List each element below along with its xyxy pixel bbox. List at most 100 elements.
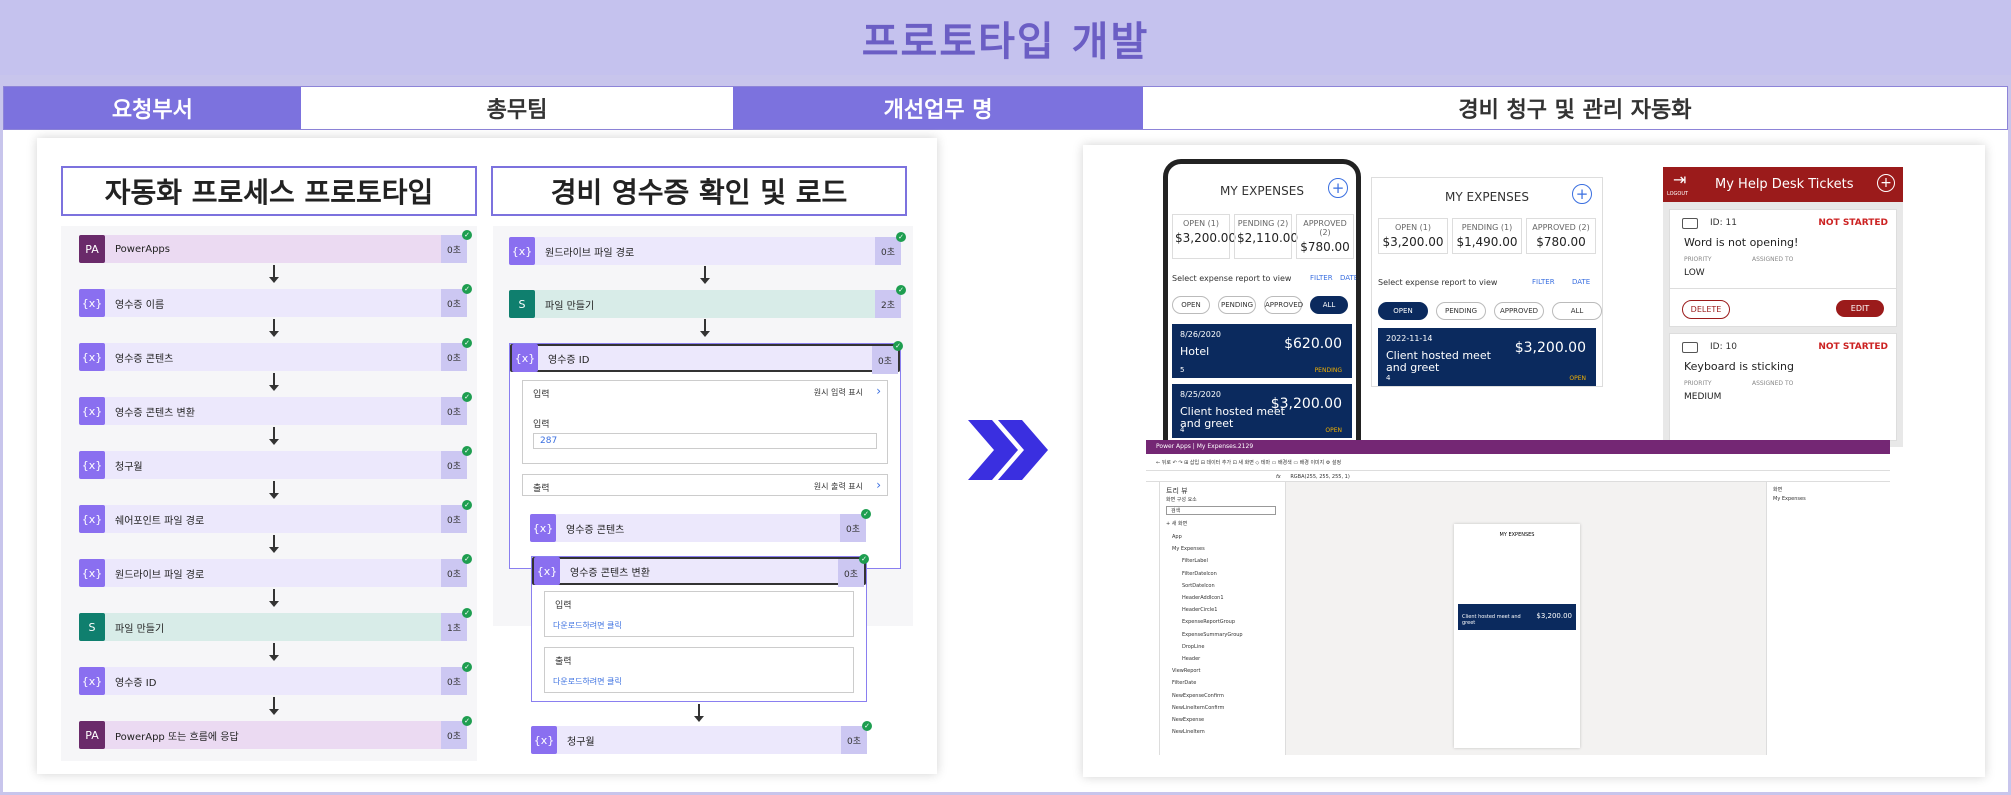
tree-item[interactable]: FilterDate	[1172, 680, 1196, 686]
tree-item[interactable]: FilterLabel	[1182, 558, 1208, 564]
flow-step[interactable]: {x} 영수증 ID 0초 ✓	[79, 662, 472, 695]
ticket-card[interactable]: ID: 10 NOT STARTED Keyboard is sticking …	[1669, 333, 1897, 441]
tree-item[interactable]: App	[1172, 534, 1182, 540]
tree-view: 트리 뷰 화면 구성 요소 검색 + 새 화면 App My Expenses Fi…	[1160, 482, 1286, 755]
flow-step[interactable]: {x} 영수증 콘텐츠 변환 0초 ✓	[79, 392, 472, 425]
helpdesk-screen: ⇥ LOGOUT My Help Desk Tickets + ID: 11 N…	[1663, 167, 1903, 447]
card-status: PENDING	[1314, 367, 1342, 374]
download-link[interactable]: 다운로드하려면 클릭	[553, 620, 622, 631]
expense-card[interactable]: 2022-11-14 Client hosted meet and greet …	[1378, 328, 1596, 386]
step-duration: 0초	[838, 559, 864, 587]
pill-pending[interactable]: PENDING	[1436, 302, 1486, 320]
flow-step[interactable]: {x} 영수증 이름 0초 ✓	[79, 284, 472, 317]
sharepoint-icon: S	[509, 290, 535, 318]
flow-step-label: 영수증 콘텐츠	[566, 524, 625, 536]
success-check-icon: ✓	[462, 284, 472, 294]
tree-item[interactable]: ExpenseSummaryGroup	[1182, 632, 1243, 638]
add-icon[interactable]: +	[1877, 174, 1895, 192]
expense-card[interactable]: 8/26/2020 Hotel $620.00 5 PENDING	[1172, 324, 1352, 378]
tree-view-tabs[interactable]: 화면 구성 요소	[1166, 496, 1197, 503]
select-report-text: Select expense report to view	[1172, 274, 1292, 283]
props-title: 화면	[1773, 487, 1783, 493]
download-link[interactable]: 다운로드하려면 클릭	[553, 676, 622, 687]
card-count: 4	[1180, 426, 1185, 434]
delete-button[interactable]: DELETE	[1682, 300, 1730, 319]
tree-item[interactable]: Header	[1182, 656, 1200, 662]
tree-item[interactable]: HeaderCircle1	[1182, 607, 1217, 613]
flow-step[interactable]: {x} 영수증 콘텐츠 0초 ✓	[530, 509, 871, 542]
add-icon[interactable]: +	[1328, 178, 1348, 198]
pill-all[interactable]: ALL	[1310, 296, 1348, 314]
pill-open[interactable]: OPEN	[1378, 302, 1428, 320]
step-duration: 0초	[441, 397, 467, 425]
add-icon[interactable]: +	[1572, 184, 1592, 204]
logout-icon[interactable]: ⇥	[1673, 170, 1686, 189]
flow-step[interactable]: {x} 영수증 ID 0초 ✓	[510, 341, 903, 374]
formula-bar[interactable]: fx RGBA(255, 255, 255, 1)	[1146, 470, 1890, 482]
tree-item[interactable]: NewLineItemConfirm	[1172, 705, 1224, 711]
tree-search-input[interactable]: 검색	[1166, 506, 1276, 515]
step-duration: 2초	[875, 290, 901, 318]
new-screen-button[interactable]: + 새 화면	[1166, 520, 1187, 527]
pill-approved[interactable]: APPROVED	[1264, 296, 1303, 314]
chevron-right-icon[interactable]: ›	[876, 384, 881, 398]
chevron-right-icon[interactable]: ›	[876, 478, 881, 492]
inner-output-header: 출력	[555, 657, 572, 667]
show-raw-output-link[interactable]: 원시 출력 표시	[814, 481, 863, 492]
stat-pending: PENDING (2) $2,110.00	[1234, 214, 1298, 259]
flow-arrow	[269, 373, 279, 391]
tree-item[interactable]: HeaderAddIcon1	[1182, 595, 1224, 601]
edit-button[interactable]: EDIT	[1836, 300, 1884, 317]
pill-approved[interactable]: APPROVED	[1494, 302, 1544, 320]
flow-step[interactable]: PA PowerApp 또는 흐름에 응답 0초 ✓	[79, 716, 472, 749]
flow-arrow	[700, 319, 710, 337]
flow-step[interactable]: S 파일 만들기 2초 ✓	[509, 285, 906, 318]
success-check-icon: ✓	[893, 341, 903, 351]
flow-step[interactable]: {x} 청구월 0초 ✓	[79, 446, 472, 479]
flow-step[interactable]: {x} 원드라이브 파일 경로 0초 ✓	[79, 554, 472, 587]
flow-step-label: 원드라이브 파일 경로	[115, 569, 205, 581]
flow-step[interactable]: {x} 영수증 콘텐츠 0초 ✓	[79, 338, 472, 371]
flow-step[interactable]: {x} 쉐어포인트 파일 경로 0초 ✓	[79, 500, 472, 533]
card-count: 5	[1180, 366, 1185, 374]
show-raw-input-link[interactable]: 원시 입력 표시	[814, 387, 863, 398]
tree-item[interactable]: My Expenses	[1172, 546, 1205, 552]
tree-item[interactable]: ViewReport	[1172, 668, 1200, 674]
filter-button[interactable]: FILTER	[1310, 274, 1333, 282]
step-duration: 0초	[841, 726, 867, 754]
filter-button[interactable]: FILTER	[1532, 278, 1555, 286]
flow-step[interactable]: {x} 청구월 0초 ✓	[531, 721, 872, 754]
success-check-icon: ✓	[462, 338, 472, 348]
ticket-card[interactable]: ID: 11 NOT STARTED Word is not opening! …	[1669, 209, 1897, 327]
date-sort-button[interactable]: DATE	[1572, 278, 1590, 286]
flow-step[interactable]: S 파일 만들기 1초 ✓	[79, 608, 472, 641]
studio-canvas-preview: MY EXPENSES Client hosted meet and greet…	[1454, 524, 1580, 748]
tree-item[interactable]: DropLine	[1182, 644, 1204, 650]
flow-arrow	[269, 427, 279, 445]
tree-item[interactable]: SortDateIcon	[1182, 583, 1215, 589]
step-duration: 0초	[441, 343, 467, 371]
formula-value: RGBA(255, 255, 255, 1)	[1290, 474, 1350, 480]
flow-step[interactable]: PA PowerApps 0초 ✓	[79, 230, 472, 263]
variable-icon: {x}	[79, 451, 105, 479]
card-date: 8/26/2020	[1180, 330, 1222, 339]
pill-all[interactable]: ALL	[1552, 302, 1602, 320]
expense-card[interactable]: 8/25/2020 Client hosted meet and greet $…	[1172, 384, 1352, 438]
success-check-icon: ✓	[859, 554, 869, 564]
pill-pending[interactable]: PENDING	[1218, 296, 1256, 314]
tree-item[interactable]: FilterDateIcon	[1182, 571, 1217, 577]
variable-icon: {x}	[79, 397, 105, 425]
flow-step[interactable]: {x} 원드라이브 파일 경로 0초 ✓	[509, 232, 906, 265]
tree-item[interactable]: ExpenseReportGroup	[1182, 619, 1235, 625]
tree-item[interactable]: NewExpense	[1172, 717, 1204, 723]
canvas-card-name: Client hosted meet and greet	[1462, 614, 1521, 626]
tree-item[interactable]: NewLineItem	[1172, 729, 1205, 735]
pill-open[interactable]: OPEN	[1172, 296, 1210, 314]
date-sort-button[interactable]: DATE	[1340, 274, 1356, 282]
input-section: 입력 원시 입력 표시 › 입력 287	[522, 380, 888, 464]
flow-step[interactable]: {x} 영수증 콘텐츠 변환 0초 ✓	[532, 554, 869, 587]
step-duration: 0초	[872, 346, 898, 374]
helpdesk-header: ⇥ LOGOUT My Help Desk Tickets +	[1663, 167, 1903, 202]
studio-command-bar[interactable]: ← 뒤로 ↶ ↷ ⊞ 삽입 ⊟ 데이터 추가 ⊡ 새 화면 ◇ 테마 ▭ 배경색…	[1146, 454, 1890, 470]
tree-item[interactable]: NewExpenseConfirm	[1172, 693, 1224, 699]
